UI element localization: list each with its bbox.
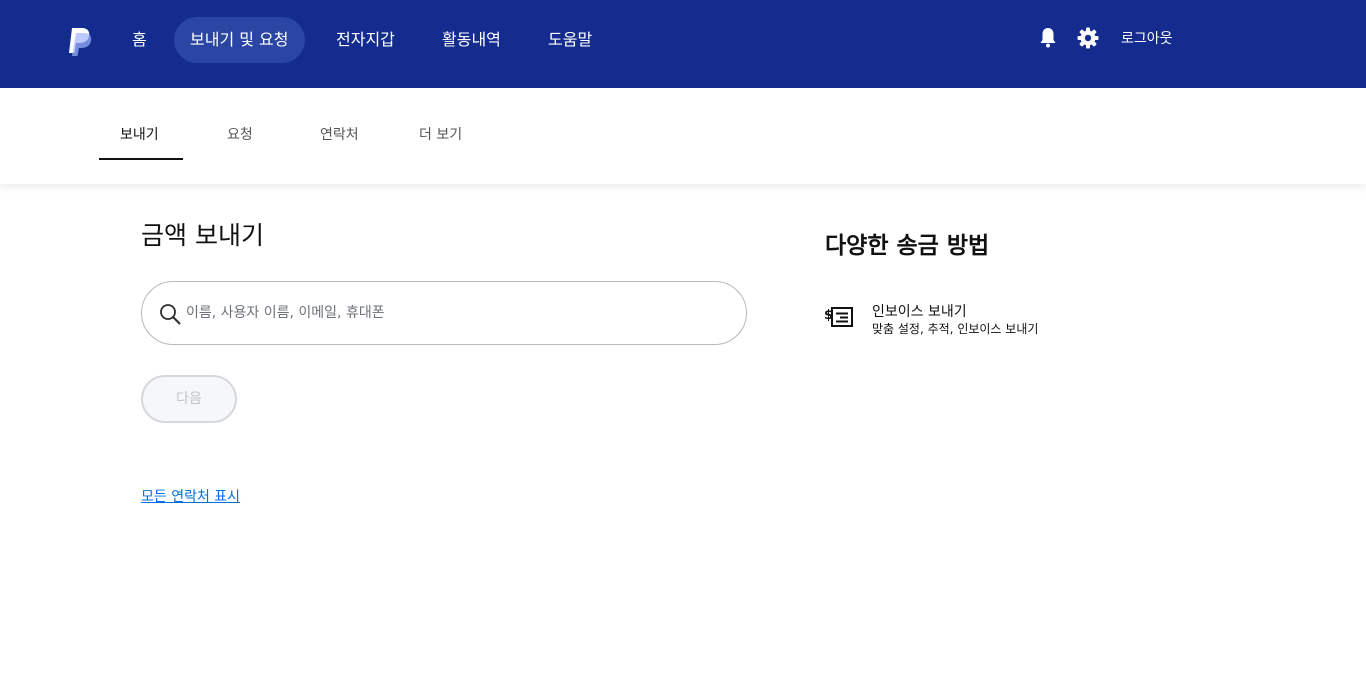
- paypal-logo[interactable]: [66, 26, 94, 56]
- more-ways-title: 다양한 송금 방법: [825, 233, 990, 259]
- tab-request[interactable]: 요청: [227, 124, 253, 144]
- recipient-search-box[interactable]: [141, 281, 747, 345]
- bell-icon[interactable]: [1036, 26, 1060, 50]
- tab-send[interactable]: 보내기: [120, 124, 159, 144]
- search-icon: [160, 304, 181, 325]
- logout-link[interactable]: 로그아웃: [1121, 28, 1173, 50]
- invoice-icon[interactable]: $: [824, 304, 854, 330]
- nav-help[interactable]: 도움말: [532, 17, 608, 63]
- tab-more[interactable]: 더 보기: [419, 124, 462, 144]
- send-invoice-title[interactable]: 인보이스 보내기: [872, 301, 967, 321]
- recipient-search-input[interactable]: [186, 296, 726, 330]
- next-button[interactable]: 다음: [141, 375, 237, 423]
- nav-home[interactable]: 홈: [116, 17, 163, 63]
- nav-wallet[interactable]: 전자지갑: [320, 17, 411, 63]
- tab-contacts[interactable]: 연락처: [320, 124, 359, 144]
- send-invoice-description: 맞춤 설정, 추적, 인보이스 보내기: [872, 322, 1039, 336]
- nav-activity[interactable]: 활동내역: [426, 17, 517, 63]
- active-tab-indicator: [99, 158, 183, 160]
- sub-navigation: 보내기 요청 연락처 더 보기: [0, 88, 1366, 184]
- nav-send-and-request[interactable]: 보내기 및 요청: [174, 17, 305, 63]
- page-title: 금액 보내기: [141, 221, 264, 250]
- show-all-contacts-link[interactable]: 모든 연락처 표시: [141, 486, 240, 506]
- gear-icon[interactable]: [1076, 26, 1100, 50]
- svg-text:$: $: [824, 308, 833, 323]
- top-navigation-bar: 홈 보내기 및 요청 전자지갑 활동내역 도움말 로그아웃: [0, 0, 1366, 88]
